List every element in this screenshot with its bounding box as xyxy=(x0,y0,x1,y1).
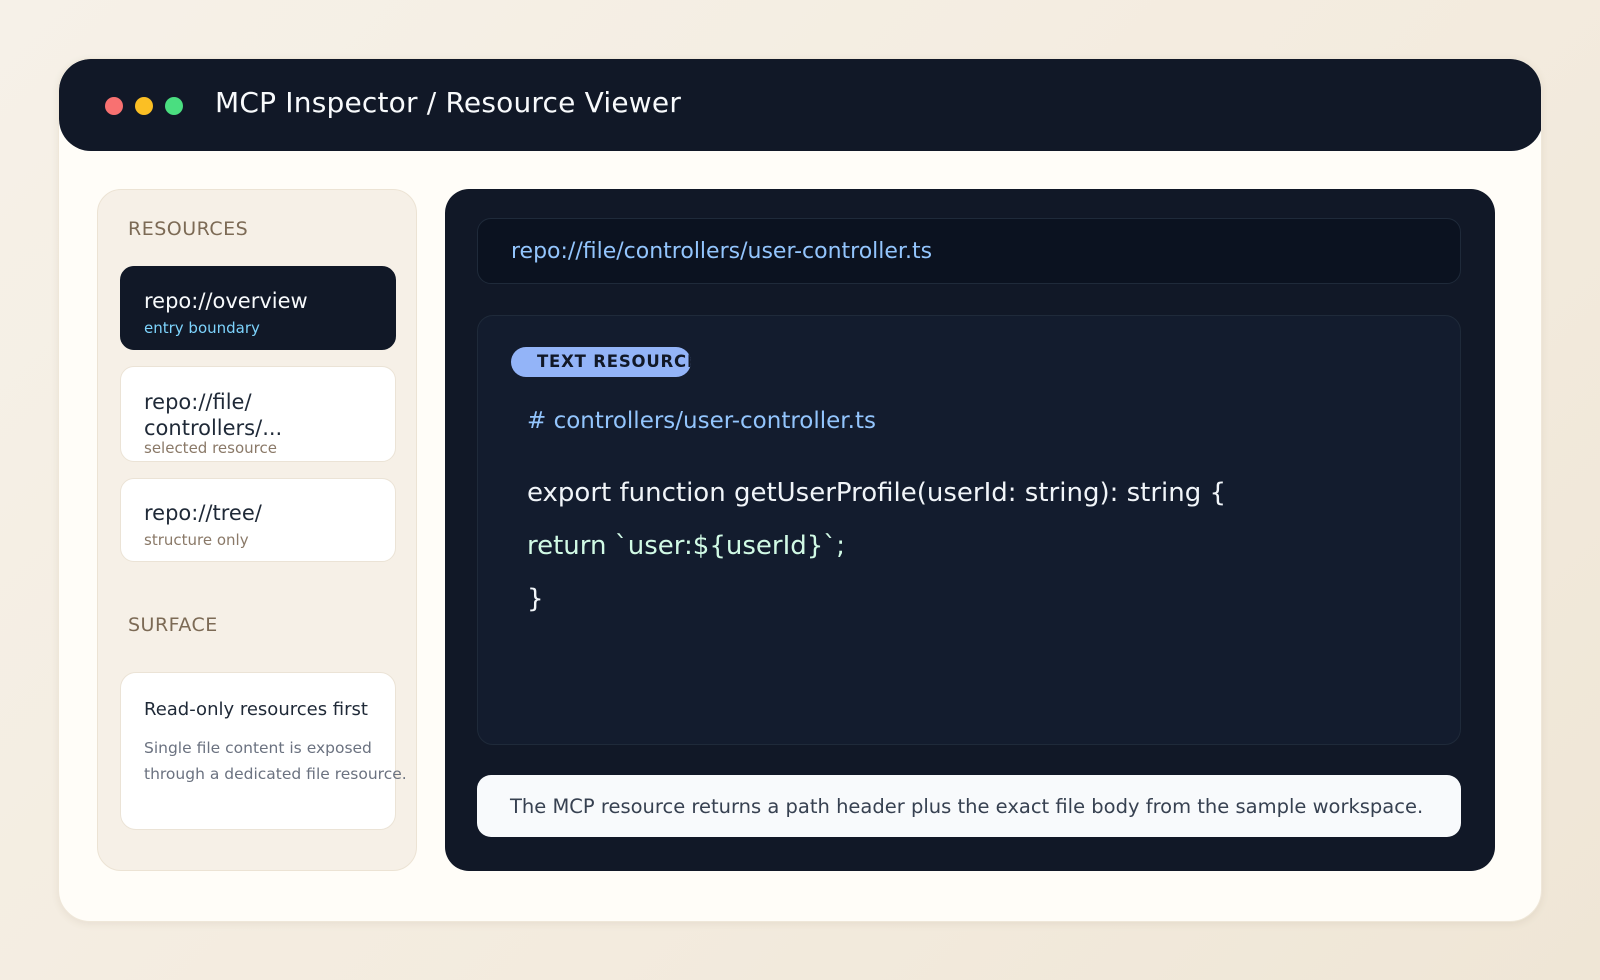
surface-card-description: Single file content is exposed through a… xyxy=(144,735,424,787)
resources-sidebar: RESOURCES repo://overview entry boundary… xyxy=(97,189,417,871)
resource-type-badge-label: TEXT RESOURCE xyxy=(537,352,691,371)
title-bar: MCP Inspector / Resource Viewer xyxy=(59,59,1541,151)
resource-item-tree[interactable]: repo://tree/ structure only xyxy=(120,478,396,562)
footer-note-text: The MCP resource returns a path header p… xyxy=(510,795,1424,818)
surface-section-label: SURFACE xyxy=(128,614,218,636)
code-line-1: export function getUserProfile(userId: s… xyxy=(527,478,1227,508)
resource-item-file[interactable]: repo://file/ controllers/... selected re… xyxy=(120,366,396,462)
app-window: MCP Inspector / Resource Viewer RESOURCE… xyxy=(58,58,1542,922)
resource-item-subtitle: entry boundary xyxy=(144,319,260,337)
surface-card: Read-only resources first Single file co… xyxy=(120,672,407,830)
code-comment-line: # controllers/user-controller.ts xyxy=(527,408,876,434)
code-line-2: return `user:${userId}`; xyxy=(527,531,846,561)
surface-card-title: Read-only resources first xyxy=(144,699,368,720)
resources-section-label: RESOURCES xyxy=(128,218,249,240)
resource-item-title-line2: controllers/... xyxy=(144,416,283,440)
resource-item-subtitle: selected resource xyxy=(144,439,277,457)
resource-item-title: repo://file/ xyxy=(144,390,252,414)
close-window-button[interactable] xyxy=(105,97,123,115)
resource-item-title: repo://tree/ xyxy=(144,501,262,525)
resource-item-title: repo://overview xyxy=(144,289,308,313)
surface-desc-line1: Single file content is exposed xyxy=(144,739,372,757)
minimize-window-button[interactable] xyxy=(135,97,153,115)
resource-item-overview[interactable]: repo://overview entry boundary xyxy=(120,266,396,350)
surface-desc-line2: through a dedicated file resource. xyxy=(144,765,407,783)
code-line-3: } xyxy=(527,584,544,614)
resource-content-panel: TEXT RESOURCE # controllers/user-control… xyxy=(477,315,1461,745)
resource-type-badge: TEXT RESOURCE xyxy=(511,347,691,377)
resource-item-subtitle: structure only xyxy=(144,531,249,549)
maximize-window-button[interactable] xyxy=(165,97,183,115)
resource-footer-note: The MCP resource returns a path header p… xyxy=(477,775,1461,837)
resource-uri-bar[interactable]: repo://file/controllers/user-controller.… xyxy=(477,218,1461,284)
window-title: MCP Inspector / Resource Viewer xyxy=(215,86,682,119)
resource-viewer: repo://file/controllers/user-controller.… xyxy=(445,189,1495,871)
resource-uri: repo://file/controllers/user-controller.… xyxy=(511,239,933,264)
